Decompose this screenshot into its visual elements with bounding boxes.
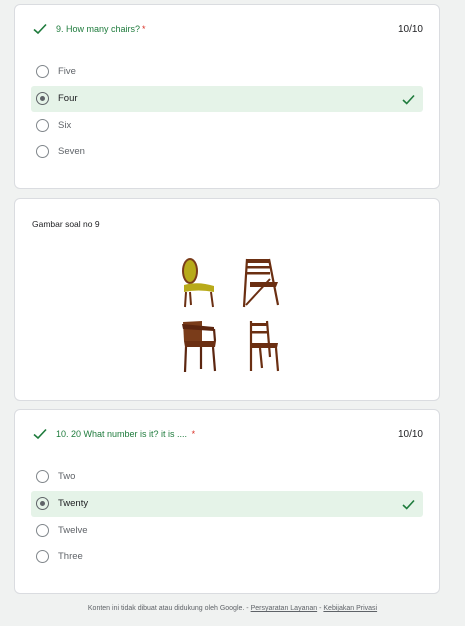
option-seven[interactable]: Seven bbox=[31, 139, 423, 165]
question-score: 10/10 bbox=[397, 24, 423, 35]
correct-check-icon bbox=[402, 94, 415, 105]
option-two[interactable]: Two bbox=[31, 464, 423, 490]
correct-check-icon bbox=[402, 499, 415, 510]
option-label: Seven bbox=[58, 146, 85, 157]
question-card-9: 9. How many chairs? * 10/10 Five Four Six… bbox=[14, 4, 440, 189]
question-card-10: 10. 20 What number is it? it is .... * 1… bbox=[14, 409, 440, 594]
option-four[interactable]: Four bbox=[31, 86, 423, 112]
option-six[interactable]: Six bbox=[31, 113, 423, 139]
option-five[interactable]: Five bbox=[31, 59, 423, 85]
question-title: 9. How many chairs? * bbox=[56, 24, 146, 34]
option-label: Two bbox=[58, 471, 76, 482]
correct-check-icon bbox=[33, 23, 47, 35]
option-label: Three bbox=[58, 551, 83, 562]
radio-button[interactable] bbox=[36, 524, 49, 537]
option-label: Four bbox=[58, 93, 78, 104]
radio-button[interactable] bbox=[36, 550, 49, 563]
option-label: Twelve bbox=[58, 525, 88, 536]
chair-2 bbox=[242, 258, 280, 308]
option-label: Five bbox=[58, 66, 76, 77]
required-asterisk: * bbox=[142, 24, 146, 34]
radio-button[interactable] bbox=[36, 65, 49, 78]
terms-of-service-link[interactable]: Persyaratan Layanan bbox=[251, 605, 318, 612]
correct-check-icon bbox=[33, 428, 47, 440]
privacy-policy-link[interactable]: Kebijakan Privasi bbox=[323, 605, 377, 612]
radio-button[interactable] bbox=[36, 145, 49, 158]
footer-separator: - bbox=[319, 605, 322, 612]
question-title: 10. 20 What number is it? it is .... * bbox=[56, 429, 196, 439]
footer: Konten ini tidak dibuat atau didukung ol… bbox=[0, 605, 465, 612]
option-twelve[interactable]: Twelve bbox=[31, 518, 423, 544]
option-label: Twenty bbox=[58, 498, 89, 509]
required-asterisk: * bbox=[191, 429, 196, 439]
radio-button-selected[interactable] bbox=[36, 497, 49, 510]
chair-4 bbox=[249, 320, 280, 372]
footer-disclaimer: Konten ini tidak dibuat atau didukung ol… bbox=[87, 605, 245, 612]
chair-3 bbox=[182, 321, 217, 373]
option-label: Six bbox=[58, 120, 72, 131]
question-header: 9. How many chairs? * 10/10 bbox=[15, 5, 439, 55]
radio-button[interactable] bbox=[36, 119, 49, 132]
footer-separator: - bbox=[246, 605, 249, 612]
question-header: 10. 20 What number is it? it is .... * 1… bbox=[15, 410, 439, 460]
radio-button-selected[interactable] bbox=[36, 92, 49, 105]
image-caption: Gambar soal no 9 bbox=[32, 219, 100, 229]
option-twenty[interactable]: Twenty bbox=[31, 491, 423, 517]
question-score: 10/10 bbox=[397, 429, 423, 440]
radio-button[interactable] bbox=[36, 470, 49, 483]
chair-1 bbox=[182, 258, 214, 308]
option-three[interactable]: Three bbox=[31, 544, 423, 570]
four-chairs-illustration bbox=[182, 258, 280, 373]
image-card: Gambar soal no 9 bbox=[14, 198, 440, 401]
